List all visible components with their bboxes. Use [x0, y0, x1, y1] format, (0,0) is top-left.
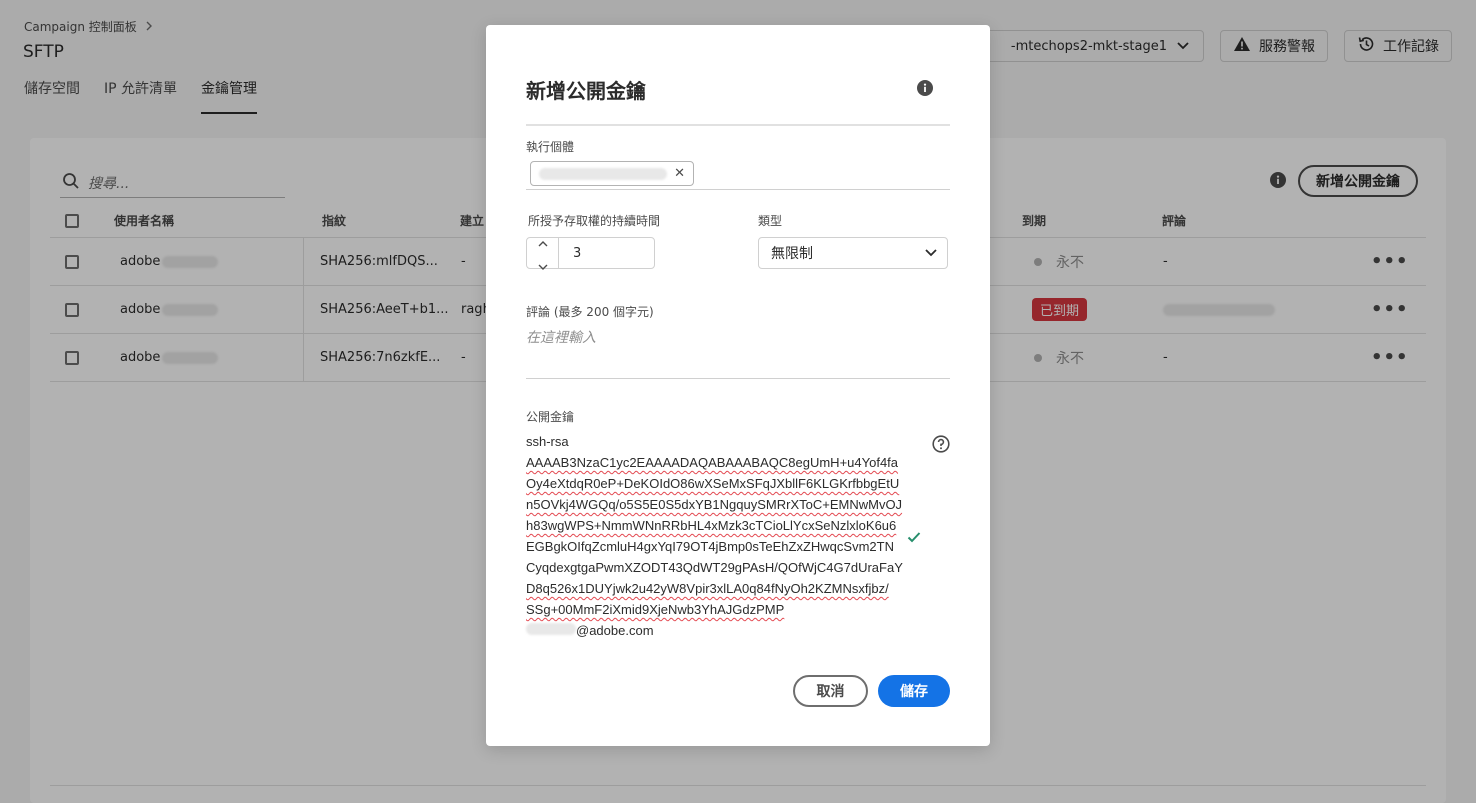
- key-line: D8q526x1DUYjwk2u42yW8Vpir3xlLA0q84fNyOh2…: [526, 581, 889, 596]
- type-select[interactable]: 無限制: [758, 237, 948, 269]
- type-label: 類型: [758, 214, 783, 228]
- stepper-up-icon[interactable]: [538, 232, 548, 251]
- comment-input[interactable]: 在這裡輸入: [526, 327, 950, 379]
- add-public-key-dialog: 新增公開金鑰 執行個體 ✕ 所授予存取權的持續時間 3 類型 無限制 評論 (最…: [486, 25, 990, 746]
- stepper-arrows: [527, 238, 559, 270]
- key-line: CyqdexgtgaPwmXZODT43QdWT29gPAsH/QOfWjC4G…: [526, 560, 903, 575]
- comment-placeholder: 在這裡輸入: [526, 330, 596, 346]
- stepper-down-icon[interactable]: [538, 255, 548, 274]
- public-key-textarea[interactable]: ssh-rsa AAAAB3NzaC1yc2EAAAADAQABAAABAQC8…: [526, 431, 903, 641]
- key-line: h83wgWPS+NmmWNnRRbHL4xMzk3cTCioLlYcxSeNz…: [526, 518, 897, 533]
- comment-label: 評論 (最多 200 個字元): [526, 305, 654, 319]
- key-line: ssh-rsa: [526, 434, 569, 449]
- clear-icon[interactable]: ✕: [674, 166, 685, 181]
- key-line: AAAAB3NzaC1yc2EAAAADAQABAAABAQC8egUmH+u4…: [526, 455, 899, 470]
- instance-field[interactable]: ✕: [526, 159, 950, 190]
- duration-stepper[interactable]: 3: [526, 237, 655, 270]
- duration-input[interactable]: 3: [559, 238, 581, 268]
- key-line: @adobe.com: [526, 620, 896, 641]
- checkmark-icon: [907, 528, 921, 547]
- duration-label: 所授予存取權的持續時間: [528, 214, 661, 228]
- dialog-title: 新增公開金鑰: [526, 79, 646, 103]
- instance-tag-value: [539, 167, 667, 180]
- instance-label: 執行個體: [526, 140, 575, 154]
- key-line: n5OVkj4WGQq/o5S5E0S5dxYB1NgquySMRrXToC+E…: [526, 497, 903, 512]
- dialog-divider: [526, 124, 950, 126]
- type-select-value: 無限制: [771, 246, 813, 262]
- key-line: SSg+00MmF2iXmid9XjeNwb3YhAJGdzPMP: [526, 602, 785, 617]
- chevron-down-icon: [925, 245, 937, 261]
- info-icon[interactable]: [917, 80, 933, 100]
- save-button[interactable]: 儲存: [878, 675, 950, 707]
- instance-tag: ✕: [530, 161, 694, 186]
- help-icon[interactable]: [932, 435, 950, 457]
- key-line: Oy4eXtdqR0eP+DeKOIdO86wXSeMxSFqJXbllF6KL…: [526, 476, 900, 491]
- cancel-button[interactable]: 取消: [793, 675, 868, 707]
- key-line: EGBgkOIfqZcmluH4gxYqI79OT4jBmp0sTeEhZxZH…: [526, 539, 894, 554]
- public-key-label: 公開金鑰: [526, 410, 575, 424]
